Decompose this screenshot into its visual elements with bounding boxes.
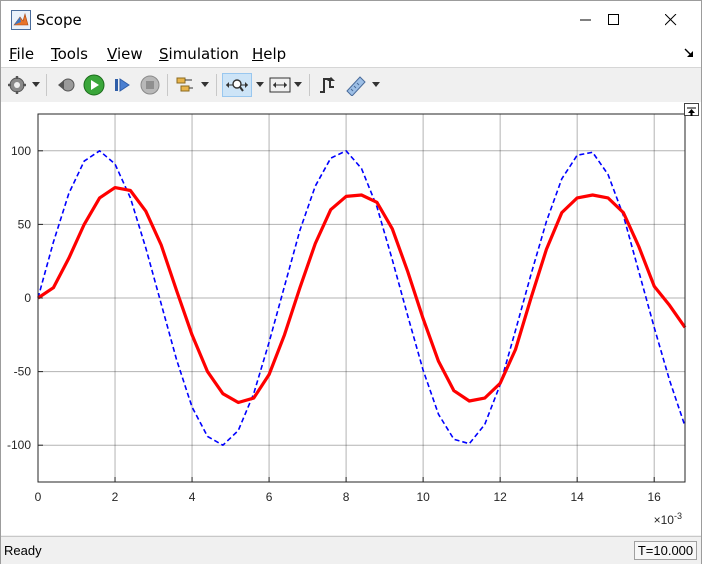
plot-area: 0 2 4 6 8 10 12 14 16 100 50 0 -50 -100 ×10-3	[1, 102, 701, 535]
step-forward-button[interactable]	[110, 73, 134, 97]
autoscale-icon	[269, 77, 291, 93]
menu-tools[interactable]: Tools	[51, 45, 88, 63]
autoscale-button[interactable]	[268, 73, 292, 97]
close-icon	[665, 14, 677, 26]
x-tick-label: 16	[648, 490, 662, 504]
run-button[interactable]	[82, 73, 106, 97]
close-button[interactable]	[648, 1, 694, 39]
toolbar-separator	[309, 74, 310, 96]
toolbar-separator	[167, 74, 168, 96]
x-tick-label: 4	[189, 490, 196, 504]
step-forward-icon	[115, 78, 130, 92]
title-bar: Scope	[1, 1, 701, 39]
menu-simulation[interactable]: Simulation	[159, 45, 239, 63]
scope-window: Scope File Tools View Simulation Help 0 …	[0, 0, 702, 564]
chevron-down-icon	[294, 82, 302, 87]
simulation-time-display: T=10.000	[634, 541, 697, 560]
measurements-icon	[346, 76, 366, 96]
toolbar	[1, 67, 701, 103]
x-axis-multiplier: ×10-3	[654, 511, 682, 527]
x-tick-label: 8	[343, 490, 350, 504]
chevron-down-icon	[32, 82, 40, 87]
chevron-down-icon	[372, 82, 380, 87]
stop-button[interactable]	[138, 73, 162, 97]
chevron-down-icon	[201, 82, 209, 87]
menu-file[interactable]: File	[9, 45, 34, 63]
x-tick-label: 10	[416, 490, 430, 504]
x-tick-label: 12	[493, 490, 507, 504]
undock-icon	[687, 107, 696, 116]
matlab-logo-icon	[11, 10, 31, 30]
status-bar: Ready T=10.000	[1, 536, 701, 564]
scope-chart: 0 2 4 6 8 10 12 14 16 100 50 0 -50 -100 ×10-3	[7, 113, 687, 527]
settings-button[interactable]	[5, 73, 29, 97]
window-title: Scope	[36, 11, 82, 29]
zoom-icon	[226, 79, 248, 92]
chevron-down-icon	[256, 82, 264, 87]
maximize-button[interactable]	[591, 1, 637, 39]
zoom-dropdown[interactable]	[254, 73, 266, 97]
triggers-button[interactable]	[315, 73, 339, 97]
step-back-button[interactable]	[54, 73, 78, 97]
settings-gear-icon	[8, 76, 26, 94]
y-tick-label: 0	[24, 291, 31, 305]
x-tick-label: 14	[570, 490, 584, 504]
stop-icon	[140, 75, 160, 95]
x-tick-label: 2	[112, 490, 119, 504]
measurements-button[interactable]	[344, 73, 368, 97]
step-back-icon	[58, 78, 75, 92]
status-text: Ready	[4, 543, 42, 558]
undock-axes-button[interactable]	[684, 103, 699, 116]
y-tick-label: 100	[11, 144, 31, 158]
maximize-icon	[608, 14, 619, 25]
menu-help[interactable]: Help	[252, 45, 286, 63]
measurements-dropdown[interactable]	[370, 73, 382, 97]
autoscale-dropdown[interactable]	[292, 73, 304, 97]
zoom-button[interactable]	[222, 73, 252, 97]
dock-arrow-icon[interactable]	[683, 47, 695, 59]
signal-selector-icon	[176, 77, 193, 92]
run-icon	[83, 74, 105, 96]
x-tick-label: 0	[35, 490, 42, 504]
menu-bar: File Tools View Simulation Help	[1, 39, 701, 67]
y-tick-label: -50	[14, 365, 32, 379]
menu-view[interactable]: View	[107, 45, 143, 63]
toolbar-separator	[216, 74, 217, 96]
toolbar-separator	[46, 74, 47, 96]
y-tick-label: 50	[18, 217, 32, 231]
triggers-icon	[320, 77, 335, 93]
signal-selector-dropdown[interactable]	[199, 73, 211, 97]
y-tick-label: -100	[7, 438, 31, 452]
x-tick-label: 6	[266, 490, 273, 504]
settings-dropdown[interactable]	[30, 73, 42, 97]
signal-selector-button[interactable]	[173, 73, 197, 97]
